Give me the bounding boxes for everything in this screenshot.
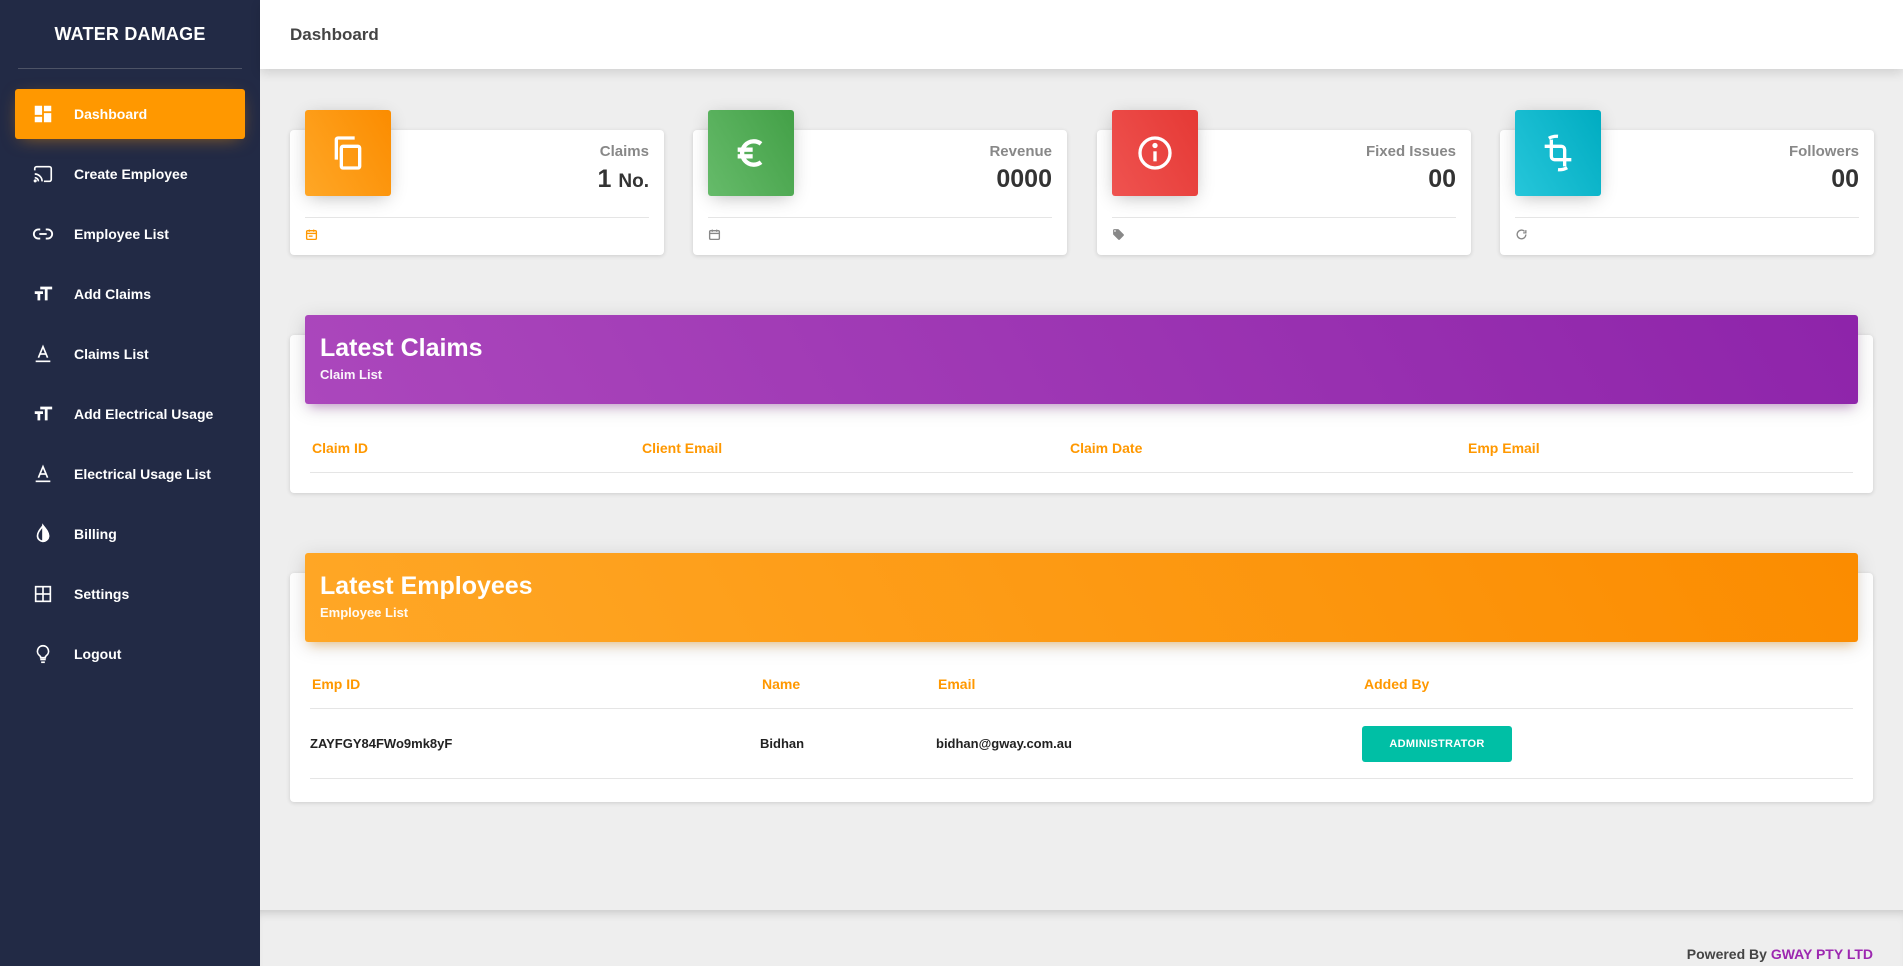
grid-icon [30,581,56,607]
sidebar-item-billing[interactable]: Billing [15,509,245,559]
copy-icon [305,110,391,196]
column-header[interactable]: Emp ID [310,676,760,692]
crop-rotate-icon [1515,110,1601,196]
sidebar-item-electrical-usage-list[interactable]: Electrical Usage List [15,449,245,499]
cast-icon [30,161,56,187]
sidebar-item-label: Electrical Usage List [74,466,211,482]
card-subtitle: Claim List [320,367,383,382]
name-cell: Bidhan [760,736,805,751]
sidebar-item-label: Create Employee [74,166,188,182]
sidebar-item-label: Dashboard [74,106,148,122]
column-header[interactable]: Name [760,676,936,692]
euro-icon [708,110,794,196]
stat-card-fixed-issues: Fixed Issues 00 [1097,110,1471,255]
page-title[interactable]: Dashboard [290,25,379,45]
column-header[interactable]: Added By [1362,676,1429,692]
column-header[interactable]: Claim ID [310,440,640,456]
brand-title[interactable]: WATER DAMAGE [0,0,260,69]
calendar-icon [305,228,318,246]
contrast-icon [30,521,56,547]
card-title: Latest Employees [320,572,533,600]
tag-icon [1112,228,1125,246]
stat-footer [1515,217,1859,255]
sidebar-item-label: Settings [74,586,130,602]
latest-employees-header: Latest Employees Employee List [305,553,1858,642]
sidebar-nav: Dashboard Create Employee Employee List … [0,69,260,679]
footer-prefix: Powered By [1686,946,1767,962]
table-header-row: Claim ID Client Email Claim Date Emp Ema… [310,423,1853,473]
text-format-icon [30,341,56,367]
administrator-button[interactable]: ADMINISTRATOR [1362,725,1512,762]
sidebar-item-create-employee[interactable]: Create Employee [15,149,245,199]
info-icon [1112,110,1198,196]
sidebar-item-label: Employee List [74,226,169,242]
lightbulb-icon [30,641,56,667]
stat-value: 00 [1428,165,1456,193]
sidebar-item-claims-list[interactable]: Claims List [15,329,245,379]
column-header[interactable]: Email [936,676,1362,692]
text-format-icon [30,461,56,487]
table-header-row: Emp ID Name Email Added By [310,659,1853,709]
stat-card-followers: Followers 00 [1500,110,1874,255]
sidebar-item-employee-list[interactable]: Employee List [15,209,245,259]
stat-card-revenue: Revenue 0000 [693,110,1067,255]
text-size-icon [30,401,56,427]
sidebar-item-label: Add Claims [74,286,152,302]
sidebar-item-add-electrical-usage[interactable]: Add Electrical Usage [15,389,245,439]
sidebar-item-add-claims[interactable]: Add Claims [15,269,245,319]
stat-label: Fixed Issues [1365,143,1456,160]
sidebar-item-label: Add Electrical Usage [74,406,214,422]
sidebar-item-label: Billing [74,526,117,542]
top-header: Dashboard [260,0,1903,69]
stat-card-claims: Claims 1 No. [290,110,664,255]
latest-employees-card: Latest Employees Employee List Emp ID Na… [290,553,1873,802]
sidebar: WATER DAMAGE Dashboard Create Employee E… [0,0,260,966]
employees-table: Emp ID Name Email Added By ZAYFGY84FWo9m… [310,659,1853,779]
column-header[interactable]: Claim Date [1068,440,1466,456]
latest-claims-header: Latest Claims Claim List [305,315,1858,404]
footer: Powered By GWAY PTY LTD [260,910,1903,966]
table-row[interactable]: ZAYFGY84FWo9mk8yF Bidhan bidhan@gway.com… [310,709,1853,779]
stat-label: Claims [599,143,649,160]
sidebar-item-label: Claims List [74,346,149,362]
card-title: Latest Claims [320,334,483,362]
stat-label: Followers [1788,143,1859,160]
latest-claims-card: Latest Claims Claim List Claim ID Client… [290,315,1873,493]
refresh-icon [1515,228,1528,246]
stat-footer [305,217,649,255]
stat-footer [1112,217,1456,255]
calendar-icon [708,228,721,246]
sidebar-item-settings[interactable]: Settings [15,569,245,619]
stat-unit: No. [618,171,649,192]
stat-footer [708,217,1052,255]
emp-id-cell: ZAYFGY84FWo9mk8yF [310,736,453,751]
stat-number: 1 [597,165,612,193]
dashboard-icon [30,101,56,127]
sidebar-item-logout[interactable]: Logout [15,629,245,679]
sidebar-item-label: Logout [74,646,122,662]
column-header[interactable]: Client Email [640,440,1068,456]
sidebar-item-dashboard[interactable]: Dashboard [15,89,245,139]
column-header[interactable]: Emp Email [1466,440,1540,456]
stat-value: 00 [1831,165,1859,193]
claims-table: Claim ID Client Email Claim Date Emp Ema… [310,423,1853,473]
footer-credit: Powered By GWAY PTY LTD [1687,946,1873,962]
stat-label: Revenue [989,143,1052,160]
added-by-cell: ADMINISTRATOR [1362,725,1512,762]
card-subtitle: Employee List [320,605,409,620]
stat-value: 0000 [996,165,1052,193]
footer-company-link[interactable]: GWAY PTY LTD [1771,946,1873,962]
link-icon [30,221,56,247]
text-size-icon [30,281,56,307]
stat-value: 1 No. [598,165,649,194]
email-cell: bidhan@gway.com.au [936,736,1072,751]
